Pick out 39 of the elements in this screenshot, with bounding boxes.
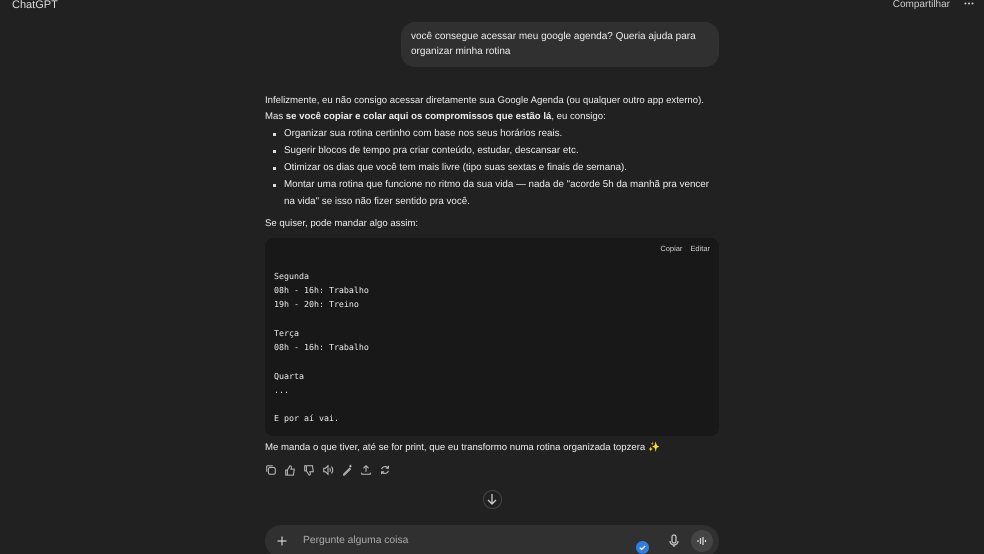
code-line: ...	[274, 384, 290, 397]
bullet-mark	[273, 133, 276, 136]
pencil-sparkle-icon[interactable]	[341, 464, 353, 476]
more-icon[interactable]	[964, 2, 974, 5]
bullet-mark	[273, 167, 276, 170]
bullet-text: Organizar sua rotina certinho com base nos seus horários reais.	[284, 127, 562, 141]
app-title[interactable]: ChatGPT	[12, 0, 58, 11]
refresh-icon[interactable]	[379, 464, 391, 476]
code-line: Quarta	[274, 370, 305, 383]
thumbs-up-icon[interactable]	[284, 464, 296, 476]
bullet-text: Montar uma rotina que funcione no ritmo da sua vida — nada de "acorde 5h da manhã pra vencer na vida" se isso não fizer sentido pra você.	[284, 178, 710, 208]
arrow-down-icon	[486, 493, 498, 506]
code-line: Terça	[274, 326, 300, 340]
reply-paragraph: Se quiser, pode mandar algo assim:	[265, 216, 420, 230]
voice-mode-button[interactable]	[691, 530, 713, 552]
message-input[interactable]: Pergunte alguma coisa	[303, 531, 636, 550]
bullet-mark	[273, 184, 276, 187]
share-icon[interactable]	[360, 464, 372, 476]
code-line: 19h - 20h: Treino	[274, 298, 360, 312]
waveform-icon	[696, 536, 708, 546]
speaker-icon[interactable]	[322, 464, 334, 476]
plus-icon[interactable]	[277, 536, 287, 546]
check-badge-icon	[636, 541, 649, 554]
thumbs-down-icon[interactable]	[303, 464, 315, 476]
user-message: você consegue acessar meu google agenda? Queria ajuda para organizar minha rotina	[401, 22, 719, 67]
code-line: 08h - 16h: Trabalho	[274, 284, 370, 297]
bullet-mark	[273, 150, 276, 153]
code-line: E por aí vai.	[274, 412, 340, 426]
reply-paragraph: Infelizmente, eu não consigo acessar diretamente sua Google Agenda (ou qualquer outro app externo). Mas se você copiar e colar aqui os compromissos que estão lá, eu consigo:	[265, 94, 705, 124]
copy-icon[interactable]	[265, 464, 277, 476]
scroll-down-button[interactable]	[482, 490, 502, 509]
code-line: Segunda	[274, 270, 310, 283]
message-composer[interactable]: Pergunte alguma coisa	[265, 524, 719, 554]
bullet-text: Otimizar os dias que você tem mais livre (tipo suas sextas e finais de semana).	[284, 161, 628, 175]
microphone-icon[interactable]	[669, 534, 679, 548]
share-button[interactable]: Compartilhar	[892, 0, 950, 10]
bullet-text: Sugerir blocos de tempo pra criar conteúdo, estudar, descansar etc.	[284, 144, 579, 158]
code-line: 08h - 16h: Trabalho	[274, 340, 370, 354]
reply-paragraph: Me manda o que tiver, até se for print, que eu transformo numa rotina organizada topzera ✨	[265, 440, 661, 455]
